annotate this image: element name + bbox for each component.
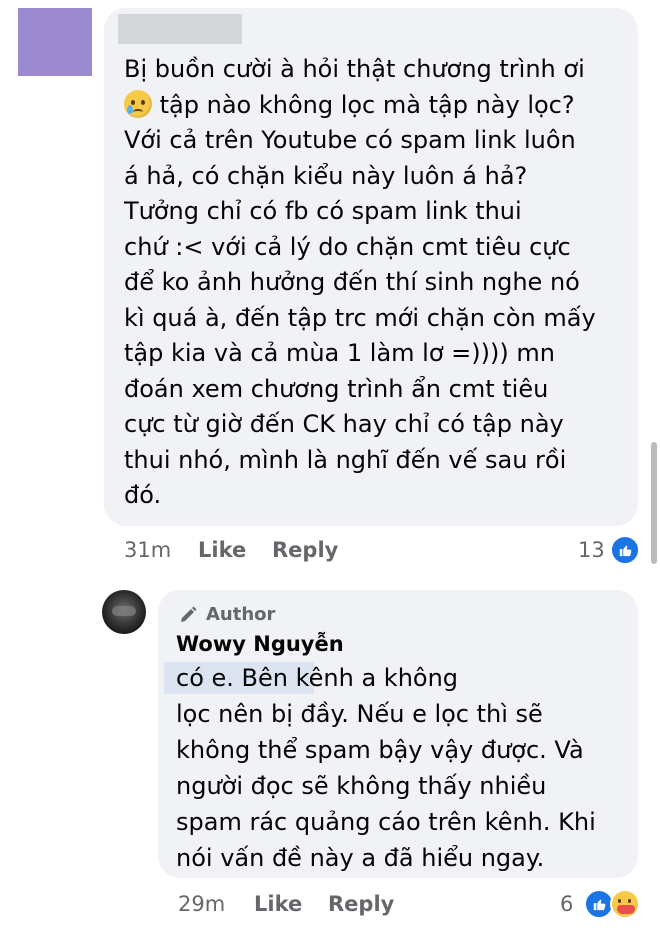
comment-like-button[interactable]: Like — [198, 538, 246, 562]
reply-like-button[interactable]: Like — [254, 892, 302, 916]
reply-reaction-count[interactable]: 6 — [560, 892, 573, 916]
care-reaction-icon[interactable] — [610, 889, 640, 919]
thumbs-up-icon — [619, 545, 632, 557]
comment-reply-button[interactable]: Reply — [272, 538, 338, 562]
author-badge: Author — [178, 604, 275, 625]
scrollbar[interactable] — [651, 442, 657, 564]
pen-icon — [181, 606, 197, 622]
reply-reply-button[interactable]: Reply — [328, 892, 394, 916]
commenter-name-redacted[interactable] — [118, 14, 242, 44]
comment-timestamp[interactable]: 31m — [124, 538, 171, 562]
like-reaction-icon[interactable] — [610, 535, 640, 565]
comment-text-part2: tập nào không lọc mà tập này lọc? Với cả… — [124, 90, 596, 510]
crying-face-emoji-icon — [124, 89, 152, 118]
commenter-avatar-redacted[interactable] — [18, 8, 92, 76]
reply-author-name[interactable]: Wowy Nguyễn — [176, 632, 344, 656]
comment-text-part1: Bị buồn cười à hỏi thật chương trình ơi — [124, 55, 585, 83]
reply-text: có e. Bên kênh a không lọc nên bị đầy. N… — [176, 664, 596, 872]
thumbs-up-icon — [593, 899, 606, 911]
reply-timestamp[interactable]: 29m — [178, 892, 225, 916]
comment-text: Bị buồn cười à hỏi thật chương trình ơi … — [124, 52, 634, 514]
reply-author-avatar[interactable] — [102, 590, 146, 634]
comment-reaction-count[interactable]: 13 — [578, 538, 605, 562]
author-badge-label: Author — [206, 604, 276, 625]
